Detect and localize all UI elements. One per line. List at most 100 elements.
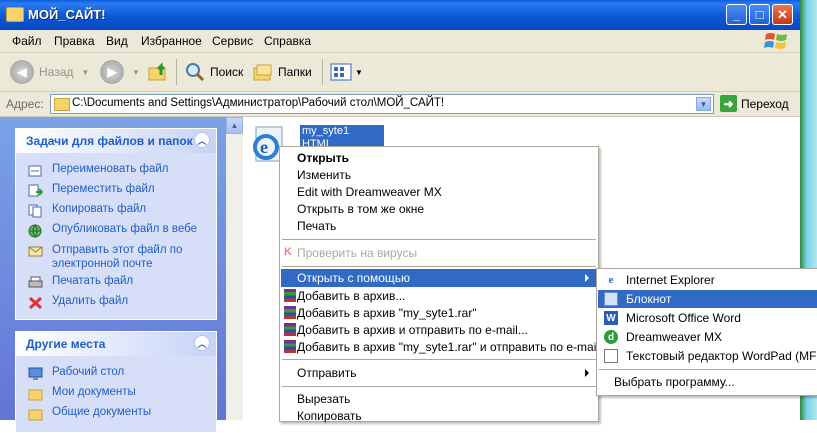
antivirus-icon: K <box>284 246 292 258</box>
task-email[interactable]: Отправить этот файл по электронной почте <box>16 243 216 275</box>
other-places-header[interactable]: Другие места ︿ <box>16 332 216 356</box>
back-arrow-icon: ◀ <box>10 60 34 84</box>
go-button[interactable]: ➜ Переход <box>720 95 789 112</box>
menu-file[interactable]: Файл <box>12 34 42 48</box>
menu-item-add-email[interactable]: Добавить в архив и отправить по e-mail..… <box>281 321 597 339</box>
globe-icon <box>28 224 42 238</box>
close-button[interactable]: ✕ <box>772 4 793 25</box>
address-bar: Адрес: C:\Documents and Settings\Админис… <box>0 92 800 117</box>
toolbar: ◀ Назад ▼ ▶ ▼ Поиск Папки ▼ <box>0 53 800 92</box>
copy-icon <box>28 204 42 218</box>
wordpad-icon <box>604 349 618 363</box>
file-tasks-box: Задачи для файлов и папок ︿ Переименоват… <box>15 128 217 320</box>
internet-explorer-icon: e <box>608 274 614 286</box>
move-icon <box>28 184 43 197</box>
app-notepad[interactable]: Блокнот <box>598 290 817 308</box>
winrar-icon <box>284 340 296 353</box>
menu-separator <box>282 239 596 240</box>
collapse-icon[interactable]: ︿ <box>194 132 210 148</box>
menu-favorites[interactable]: Избранное <box>141 34 202 48</box>
delete-icon <box>28 296 43 310</box>
menu-item-open[interactable]: Открыть <box>281 149 597 167</box>
folder-icon <box>6 7 24 22</box>
menu-item-cut[interactable]: Вырезать <box>281 390 597 408</box>
menu-item-add-rar-email[interactable]: Добавить в архив "my_syte1.rar" и отправ… <box>281 338 599 356</box>
up-folder-icon <box>148 62 166 81</box>
app-dreamweaver[interactable]: d Dreamweaver MX <box>598 328 817 346</box>
menu-item-open-same-window[interactable]: Открыть в том же окне <box>281 200 597 218</box>
svg-text:e: e <box>260 137 268 157</box>
title-bar: МОЙ_САЙТ! _ □ ✕ <box>0 0 800 30</box>
minimize-button[interactable]: _ <box>726 4 747 25</box>
menu-edit[interactable]: Правка <box>54 34 95 48</box>
desktop-icon <box>28 367 43 380</box>
views-icon <box>330 63 352 81</box>
file-name: my_syte1 <box>302 125 350 137</box>
dreamweaver-icon: d <box>604 330 618 344</box>
go-arrow-icon: ➜ <box>720 95 737 112</box>
menu-item-edit[interactable]: Изменить <box>281 166 597 184</box>
forward-arrow-icon: ▶ <box>100 60 124 84</box>
task-copy[interactable]: Копировать файл <box>16 203 216 223</box>
menu-separator <box>599 369 816 370</box>
menu-item-open-with[interactable]: Открыть с помощью <box>281 269 597 287</box>
address-path: C:\Documents and Settings\Администратор\… <box>72 97 445 109</box>
email-icon <box>28 246 43 257</box>
app-word[interactable]: W Microsoft Office Word <box>598 309 817 327</box>
search-button[interactable]: Поиск <box>184 60 243 84</box>
menu-help[interactable]: Справка <box>264 34 311 48</box>
task-pane: Задачи для файлов и папок ︿ Переименоват… <box>0 117 226 433</box>
vertical-scrollbar[interactable] <box>226 134 243 420</box>
windows-logo-icon <box>764 33 787 49</box>
choose-program[interactable]: Выбрать программу... <box>598 373 817 391</box>
address-dropdown-button[interactable]: ▼ <box>696 97 711 111</box>
task-print[interactable]: Печатать файл <box>16 275 216 295</box>
up-folder-button[interactable] <box>148 60 170 84</box>
rename-icon <box>28 165 42 177</box>
winrar-icon <box>284 306 296 319</box>
toolbar-separator <box>322 59 323 85</box>
word-icon: W <box>604 311 618 325</box>
file-tasks-header[interactable]: Задачи для файлов и папок ︿ <box>16 129 216 153</box>
task-delete[interactable]: Удалить файл <box>16 295 216 315</box>
back-button[interactable]: ◀ Назад ▼ <box>10 60 89 84</box>
views-button[interactable]: ▼ <box>330 60 363 84</box>
menu-item-copy[interactable]: Копировать <box>281 407 597 425</box>
maximize-button[interactable]: □ <box>749 4 770 25</box>
menu-tools[interactable]: Сервис <box>212 34 253 48</box>
folder-icon <box>28 409 43 421</box>
open-with-submenu: e Internet Explorer Блокнот W Microsoft … <box>596 268 817 396</box>
app-internet-explorer[interactable]: e Internet Explorer <box>598 271 817 289</box>
winrar-icon <box>284 323 296 336</box>
winrar-icon <box>284 289 296 302</box>
folders-button[interactable]: Папки <box>252 60 312 84</box>
menu-item-send-to[interactable]: Отправить <box>281 364 597 382</box>
menu-item-print[interactable]: Печать <box>281 217 597 235</box>
menu-item-dreamweaver[interactable]: Edit with Dreamweaver MX <box>281 183 597 201</box>
printer-icon <box>28 276 43 288</box>
chevron-down-icon: ▼ <box>355 67 363 77</box>
place-shared-documents[interactable]: Общие документы <box>16 406 216 426</box>
search-icon <box>186 63 205 82</box>
chevron-down-icon: ▼ <box>81 67 90 77</box>
submenu-arrow-icon <box>585 274 589 282</box>
menu-separator <box>282 359 596 360</box>
task-publish[interactable]: Опубликовать файл в вебе <box>16 223 216 243</box>
place-desktop[interactable]: Рабочий стол <box>16 366 216 386</box>
menu-view[interactable]: Вид <box>106 34 128 48</box>
place-my-documents[interactable]: Мои документы <box>16 386 216 406</box>
folder-icon <box>28 389 43 401</box>
menu-item-add-archive[interactable]: Добавить в архив... <box>281 287 597 305</box>
address-input[interactable]: C:\Documents and Settings\Администратор\… <box>50 94 714 114</box>
menu-item-add-rar[interactable]: Добавить в архив "my_syte1.rar" <box>281 304 597 322</box>
forward-button[interactable]: ▶ ▼ <box>100 60 140 84</box>
submenu-arrow-icon <box>585 369 589 377</box>
window-title: МОЙ_САЙТ! <box>28 7 106 22</box>
collapse-icon[interactable]: ︿ <box>194 335 210 351</box>
app-wordpad[interactable]: Текстовый редактор WordPad (MFC) <box>598 347 817 365</box>
task-move[interactable]: Переместить файл <box>16 183 216 203</box>
scroll-up-button[interactable]: ▲ <box>226 117 243 134</box>
toolbar-separator <box>176 59 177 85</box>
menu-bar: Файл Правка Вид Избранное Сервис Справка <box>0 30 800 53</box>
task-rename[interactable]: Переименовать файл <box>16 163 216 183</box>
